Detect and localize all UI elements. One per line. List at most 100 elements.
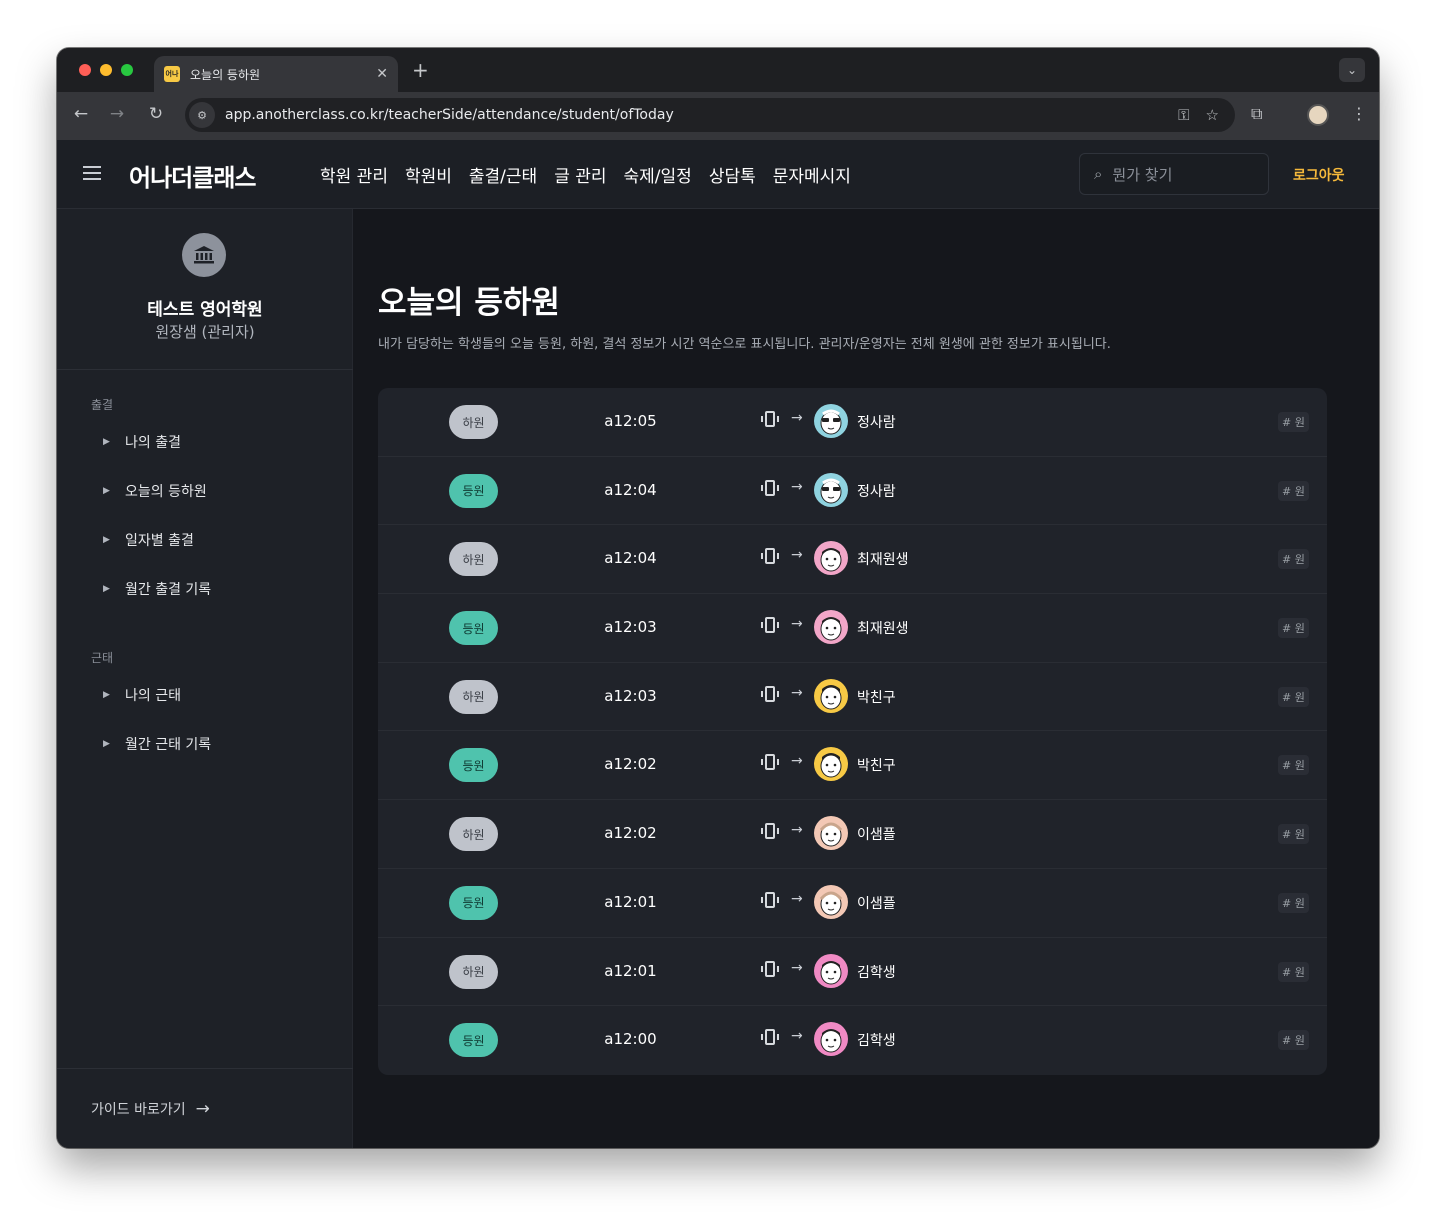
- url-text[interactable]: app.anotherclass.co.kr/teacherSide/atten…: [225, 107, 1178, 123]
- time-text: a12:01: [604, 892, 657, 911]
- back-icon[interactable]: ←: [69, 104, 93, 124]
- status-badge: 등원: [449, 885, 498, 920]
- student-avatar[interactable]: [814, 816, 848, 851]
- student-avatar[interactable]: [814, 1022, 848, 1057]
- sidebar-item-today-attendance[interactable]: ▶ 오늘의 등하원: [103, 481, 207, 501]
- student-name[interactable]: 박친구: [857, 755, 896, 775]
- time-text: a12:03: [604, 618, 657, 637]
- student-name[interactable]: 최재원생: [857, 549, 909, 569]
- student-avatar[interactable]: [814, 610, 848, 645]
- student-name[interactable]: 최재원생: [857, 618, 909, 638]
- student-name[interactable]: 정사람: [857, 412, 896, 432]
- student-avatar[interactable]: [814, 541, 848, 576]
- attendance-row[interactable]: 등원 a12:04 → 정사람 # 원: [378, 457, 1327, 526]
- bookmark-star-icon[interactable]: ☆: [1206, 106, 1219, 124]
- student-avatar[interactable]: [814, 884, 848, 919]
- status-badge: 하원: [449, 954, 498, 989]
- arrow-right-icon: →: [791, 959, 803, 976]
- divider: [57, 369, 353, 370]
- caret-right-icon: ▶: [103, 690, 110, 700]
- attendance-row[interactable]: 하원 a12:01 → 김학생 # 원: [378, 938, 1327, 1007]
- attendance-row[interactable]: 등원 a12:00 → 김학생 # 원: [378, 1006, 1327, 1075]
- nav-academy[interactable]: 학원 관리: [320, 162, 388, 187]
- attendance-row[interactable]: 하원 a12:02 → 이샘플 # 원: [378, 800, 1327, 869]
- arrow-right-icon: →: [791, 822, 803, 839]
- attendance-row[interactable]: 하원 a12:05 → 정사람 # 원: [378, 388, 1327, 457]
- section-attendance: 출결: [91, 398, 114, 412]
- caret-right-icon: ▶: [103, 584, 110, 594]
- nav-homework[interactable]: 숙제/일정: [624, 162, 692, 187]
- status-badge: 등원: [449, 748, 498, 783]
- student-name[interactable]: 이샘플: [857, 893, 896, 913]
- status-badge: 등원: [449, 473, 498, 508]
- sidebar-item-monthly-work[interactable]: ▶ 월간 근태 기록: [103, 734, 211, 754]
- phone-checkin-icon: [761, 1028, 779, 1048]
- student-name[interactable]: 박친구: [857, 687, 896, 707]
- attendance-row[interactable]: 등원 a12:03 → 최재원생 # 원: [378, 594, 1327, 663]
- forward-icon[interactable]: →: [105, 104, 129, 124]
- attendance-row[interactable]: 등원 a12:01 → 이샘플 # 원: [378, 869, 1327, 938]
- status-badge: 하원: [449, 542, 498, 577]
- nav-counsel[interactable]: 상담톡: [709, 162, 756, 187]
- sidebar-item-label: 일자별 출결: [125, 533, 194, 549]
- app-header: 어나더클래스 학원 관리 학원비 출결/근태 글 관리 숙제/일정 상담톡 문자…: [57, 140, 1379, 209]
- arrow-right-icon: →: [791, 616, 803, 633]
- tab-close-icon[interactable]: ✕: [376, 66, 388, 82]
- arrow-right-icon: →: [791, 1028, 803, 1045]
- browser-tab[interactable]: 어나 오늘의 등하원 ✕: [154, 56, 398, 92]
- site-info-icon[interactable]: ⚙: [189, 102, 215, 128]
- maximize-window-button[interactable]: [121, 64, 133, 76]
- minimize-window-button[interactable]: [100, 64, 112, 76]
- sidebar-item-my-work[interactable]: ▶ 나의 근태: [103, 685, 181, 705]
- tab-search-button[interactable]: ⌄: [1339, 58, 1365, 82]
- logout-button[interactable]: 로그아웃: [1293, 165, 1345, 185]
- student-name[interactable]: 김학생: [857, 962, 896, 982]
- search-input[interactable]: ⌕ 뭔가 찾기: [1079, 153, 1269, 195]
- nav-sms[interactable]: 문자메시지: [773, 162, 851, 187]
- phone-checkin-icon: [761, 685, 779, 705]
- student-name[interactable]: 정사람: [857, 481, 896, 501]
- extensions-icon[interactable]: ⧉: [1251, 104, 1262, 124]
- class-tag: # 원: [1278, 892, 1309, 913]
- guide-link[interactable]: 가이드 바로가기 →: [91, 1099, 210, 1119]
- attendance-row[interactable]: 하원 a12:04 → 최재원생 # 원: [378, 525, 1327, 595]
- profile-avatar[interactable]: [1307, 104, 1329, 126]
- class-tag: # 원: [1278, 961, 1309, 982]
- attendance-row[interactable]: 등원 a12:02 → 박친구 # 원: [378, 731, 1327, 801]
- new-tab-button[interactable]: +: [412, 58, 429, 82]
- sidebar-item-label: 나의 출결: [125, 435, 181, 451]
- arrow-right-icon: →: [791, 478, 803, 495]
- more-menu-icon[interactable]: ⋮: [1351, 104, 1367, 123]
- nav-attendance[interactable]: 출결/근태: [469, 162, 537, 187]
- arrow-right-icon: →: [791, 547, 803, 564]
- student-name[interactable]: 김학생: [857, 1030, 896, 1050]
- sidebar-item-label: 오늘의 등하원: [125, 484, 207, 500]
- password-key-icon[interactable]: ⚿: [1178, 106, 1189, 124]
- student-avatar[interactable]: [814, 747, 848, 782]
- student-avatar[interactable]: [814, 678, 848, 713]
- close-window-button[interactable]: [79, 64, 91, 76]
- status-badge: 등원: [449, 1023, 498, 1058]
- menu-icon[interactable]: [83, 166, 101, 184]
- phone-checkin-icon: [761, 822, 779, 842]
- main-content: 오늘의 등하원 내가 담당하는 학생들의 오늘 등원, 하원, 결석 정보가 시…: [354, 209, 1379, 1148]
- student-avatar[interactable]: [814, 953, 848, 988]
- attendance-row[interactable]: 하원 a12:03 → 박친구 # 원: [378, 663, 1327, 732]
- sidebar: 테스트 영어학원 원장샘 (관리자) 출결 ▶ 나의 출결 ▶ 오늘의 등하원 …: [57, 209, 353, 1148]
- sidebar-item-my-attendance[interactable]: ▶ 나의 출결: [103, 432, 181, 452]
- caret-right-icon: ▶: [103, 739, 110, 749]
- address-bar[interactable]: ⚙ app.anotherclass.co.kr/teacherSide/att…: [185, 98, 1235, 132]
- class-tag: # 원: [1278, 480, 1309, 501]
- student-name[interactable]: 이샘플: [857, 824, 896, 844]
- reload-icon[interactable]: ↻: [144, 104, 168, 124]
- phone-checkin-icon: [761, 891, 779, 911]
- sidebar-item-daily-attendance[interactable]: ▶ 일자별 출결: [103, 530, 194, 550]
- school-name: 테스트 영어학원: [147, 300, 263, 320]
- nav-posts[interactable]: 글 관리: [554, 162, 606, 187]
- logo[interactable]: 어나더클래스: [129, 158, 256, 193]
- time-text: a12:00: [604, 1030, 657, 1049]
- student-avatar[interactable]: [814, 472, 848, 507]
- sidebar-item-monthly-attendance[interactable]: ▶ 월간 출결 기록: [103, 579, 211, 599]
- student-avatar[interactable]: [814, 404, 848, 438]
- nav-tuition[interactable]: 학원비: [405, 162, 452, 187]
